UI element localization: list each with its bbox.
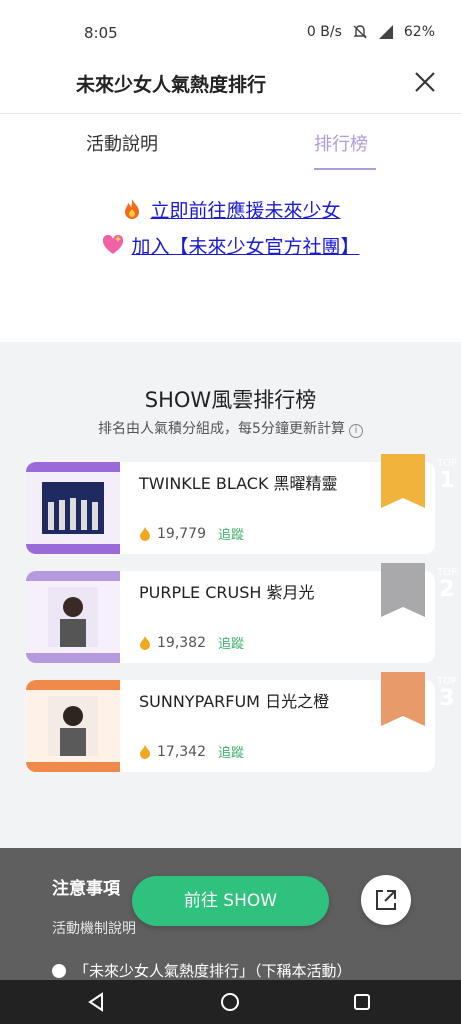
group-stats: 19,779 追蹤 — [139, 524, 244, 543]
rank-badge: TOP 1 — [381, 454, 457, 508]
page-title: 未來少女人氣熱度排行 — [76, 74, 267, 96]
system-nav-bar — [0, 980, 461, 1024]
group-name: TWINKLE BLACK 黑曜精靈 — [139, 474, 338, 493]
recents-icon[interactable] — [350, 990, 374, 1014]
group-thumbnail — [26, 571, 120, 663]
notice-title: 注意事項 — [52, 879, 120, 899]
ribbon-icon — [381, 672, 425, 726]
group-score: 17,342 — [157, 743, 206, 760]
sparkling-heart-icon — [103, 234, 124, 254]
notice-subtitle: 活動機制說明 — [52, 921, 136, 937]
group-name: PURPLE CRUSH 紫月光 — [139, 583, 315, 602]
info-icon[interactable]: i — [348, 424, 363, 438]
tab-bar: 活動說明 排行榜 — [0, 114, 461, 174]
tab-event-info[interactable]: 活動說明 — [86, 130, 158, 156]
group-stats: 19,382 追蹤 — [139, 633, 244, 652]
mute-icon — [353, 25, 367, 39]
promo-links: 立即前往應援未來少女 加入【未來少女官方社團】 — [0, 180, 461, 342]
home-icon[interactable] — [218, 990, 242, 1014]
battery-level: 62% — [403, 24, 435, 40]
back-icon[interactable] — [84, 990, 108, 1014]
ranking-card-2[interactable]: PURPLE CRUSH 紫月光 19,382 追蹤 TOP 2 — [26, 563, 457, 663]
ranking-title: SHOW風雲排行榜 — [144, 388, 317, 412]
support-link[interactable]: 立即前往應援未來少女 — [150, 200, 340, 222]
rank-badge: TOP 2 — [381, 563, 457, 617]
page-header: 未來少女人氣熱度排行 — [0, 62, 461, 114]
badge-rank: 2 — [439, 577, 455, 602]
bullet-icon — [52, 964, 66, 978]
group-name: SUNNYPARFUM 日光之橙 — [139, 692, 330, 711]
notice-bullet: 「未來少女人氣熱度排行」（下稱本活動） — [52, 960, 352, 981]
follow-button[interactable]: 追蹤 — [218, 524, 244, 543]
close-icon[interactable] — [411, 68, 439, 96]
ribbon-icon — [381, 563, 425, 617]
share-button[interactable] — [361, 875, 411, 925]
external-link-icon — [376, 890, 396, 910]
flame-icon — [140, 526, 150, 541]
ranking-subtitle: 排名由人氣積分組成，每5分鐘更新計算 i — [0, 418, 461, 438]
group-score: 19,382 — [157, 634, 206, 651]
flame-icon — [140, 744, 150, 759]
rank-badge: TOP 3 — [381, 672, 457, 726]
status-right: 0 B/s 62% — [307, 24, 435, 40]
signal-icon — [378, 25, 393, 39]
ranking-section: SHOW風雲排行榜 排名由人氣積分組成，每5分鐘更新計算 i TWINKLE BL… — [0, 342, 461, 848]
group-link-row: 加入【未來少女官方社團】 — [0, 232, 461, 259]
ranking-subtitle-text: 排名由人氣積分組成，每5分鐘更新計算 — [98, 421, 345, 437]
network-speed: 0 B/s — [306, 24, 342, 40]
badge-rank: 3 — [439, 686, 455, 711]
group-thumbnail — [26, 462, 120, 554]
ranking-card-1[interactable]: TWINKLE BLACK 黑曜精靈 19,779 追蹤 TOP 1 — [26, 454, 457, 554]
badge-rank: 1 — [439, 468, 455, 493]
follow-button[interactable]: 追蹤 — [218, 742, 244, 761]
status-bar: 8:05 0 B/s 62% — [0, 0, 461, 62]
tab-active-indicator — [314, 168, 376, 170]
fire-icon — [125, 199, 140, 219]
ribbon-icon — [381, 454, 425, 508]
status-time: 8:05 — [84, 24, 118, 42]
group-stats: 17,342 追蹤 — [139, 742, 244, 761]
notice-bullet-text: 「未來少女人氣熱度排行」（下稱本活動） — [74, 962, 352, 980]
official-group-link[interactable]: 加入【未來少女官方社團】 — [131, 236, 359, 258]
flame-icon — [140, 635, 150, 650]
ranking-card-3[interactable]: SUNNYPARFUM 日光之橙 17,342 追蹤 TOP 3 — [26, 672, 457, 772]
tab-ranking[interactable]: 排行榜 — [314, 130, 368, 156]
group-thumbnail — [26, 680, 120, 772]
support-link-row: 立即前往應援未來少女 — [0, 196, 461, 223]
go-to-show-button[interactable]: 前往 SHOW — [132, 876, 329, 926]
follow-button[interactable]: 追蹤 — [218, 633, 244, 652]
group-score: 19,779 — [157, 525, 206, 542]
